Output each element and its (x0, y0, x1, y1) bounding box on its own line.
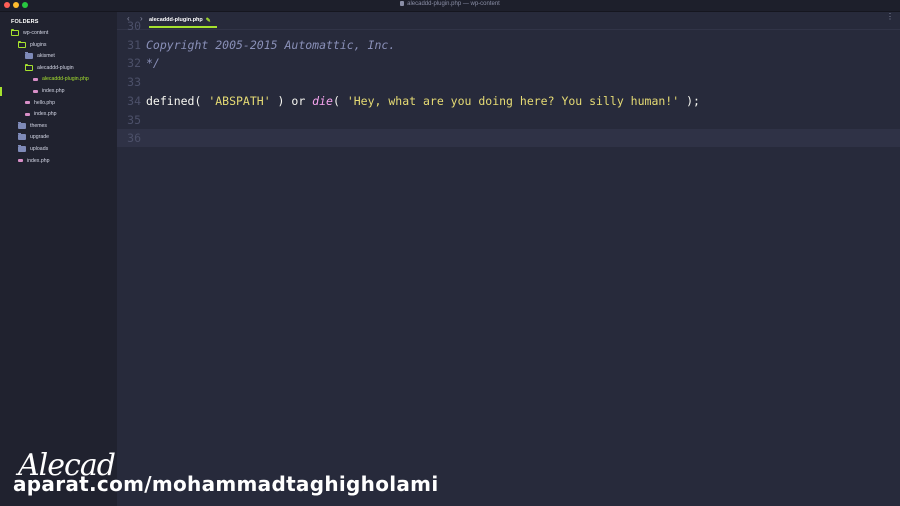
folder-icon (18, 121, 26, 129)
code-token: ) or (270, 93, 313, 108)
folder-icon (18, 133, 26, 141)
tree-item[interactable]: index.php (25, 109, 57, 120)
php-file-icon (25, 101, 30, 105)
line-number: 36 (127, 131, 141, 146)
tree-item[interactable]: alecaddd-plugin.php (33, 74, 89, 85)
tree-item[interactable]: hello.php (25, 97, 55, 108)
code-line[interactable]: 33 (117, 73, 900, 91)
tree-item[interactable]: akismet (25, 51, 55, 62)
open-folder-icon (11, 29, 19, 36)
window-title: alecaddd-plugin.php — wp-content (0, 1, 900, 7)
code-token: 'Hey, what are you doing here? You silly… (346, 93, 680, 108)
code-token: */ (146, 56, 160, 71)
tree-item[interactable]: index.php (18, 155, 50, 166)
code-token: ( (332, 93, 347, 108)
code-line[interactable]: 30 (117, 17, 900, 35)
folders-heading: FOLDERS (11, 19, 39, 25)
folder-icon (18, 145, 26, 152)
code-token: die (312, 93, 333, 108)
site-watermark: aparat.com/mohammadtaghigholami (13, 472, 439, 496)
open-folder-icon (18, 40, 26, 48)
php-file-icon (33, 89, 38, 93)
line-number: 33 (127, 75, 141, 90)
tree-item[interactable]: themes (18, 120, 47, 131)
window-title-text: alecaddd-plugin.php — wp-content (407, 1, 500, 7)
current-code-line[interactable]: 36 (117, 129, 900, 148)
tree-item-label: themes (30, 122, 48, 129)
tree-item-label: uploads (30, 146, 49, 152)
php-file-icon (25, 112, 30, 116)
tree-item[interactable]: index.php (33, 86, 65, 97)
code-text: */ (146, 54, 160, 72)
tree-item[interactable]: uploads (18, 144, 48, 155)
code-text: defined( 'ABSPATH' ) or die( 'Hey, what … (146, 92, 700, 110)
code-token: ); (679, 93, 700, 108)
php-file-icon (33, 77, 38, 81)
code-token: 'ABSPATH' (208, 93, 271, 108)
tree-item[interactable]: alecaddd-plugin (25, 62, 74, 73)
tree-item-label: alecaddd-plugin.php (42, 76, 89, 83)
line-number: 30 (127, 19, 141, 33)
code-line[interactable]: 35 (117, 111, 900, 129)
line-number: 35 (127, 112, 141, 127)
line-number: 34 (127, 93, 141, 108)
tree-item[interactable]: plugins (18, 39, 46, 50)
code-line[interactable]: 32 */ (117, 54, 900, 72)
php-file-icon (18, 159, 23, 163)
active-file-marker (0, 87, 2, 96)
tree-item-label: upgrade (30, 134, 50, 141)
code-line[interactable]: 34 defined( 'ABSPATH' ) or die( 'Hey, wha… (117, 92, 900, 110)
line-number: 32 (127, 56, 141, 71)
code-token: Copyright 2005-2015 Automattic, Inc. (146, 37, 396, 52)
tree-item-label: akismet (37, 53, 55, 60)
code-token: defined( (146, 93, 209, 108)
open-folder-icon (25, 63, 33, 71)
tree-item-label: plugins (30, 41, 47, 48)
file-icon (400, 1, 405, 6)
folder-icon (25, 52, 33, 60)
code-line[interactable]: 31 Copyright 2005-2015 Automattic, Inc. (117, 36, 900, 54)
tree-item-label: hello.php (34, 99, 56, 106)
tree-item-label: index.php (34, 111, 57, 118)
tree-item-label: alecaddd-plugin (37, 64, 74, 71)
tree-item[interactable]: wp-content (11, 28, 48, 39)
tree-item-label: index.php (27, 157, 50, 164)
line-number: 31 (127, 37, 141, 52)
tree-item-label: wp-content (23, 30, 49, 36)
title-bar: alecaddd-plugin.php — wp-content (0, 0, 900, 12)
tree-item-label: index.php (42, 88, 65, 94)
code-text: Copyright 2005-2015 Automattic, Inc. (146, 36, 395, 54)
sidebar: FOLDERS wp-content plugins akismet alecaddd… (0, 12, 117, 506)
code-editor[interactable]: 30 31 Copyright 2005-2015 Automattic, Inc.… (117, 19, 900, 506)
tree-item[interactable]: upgrade (18, 132, 49, 143)
